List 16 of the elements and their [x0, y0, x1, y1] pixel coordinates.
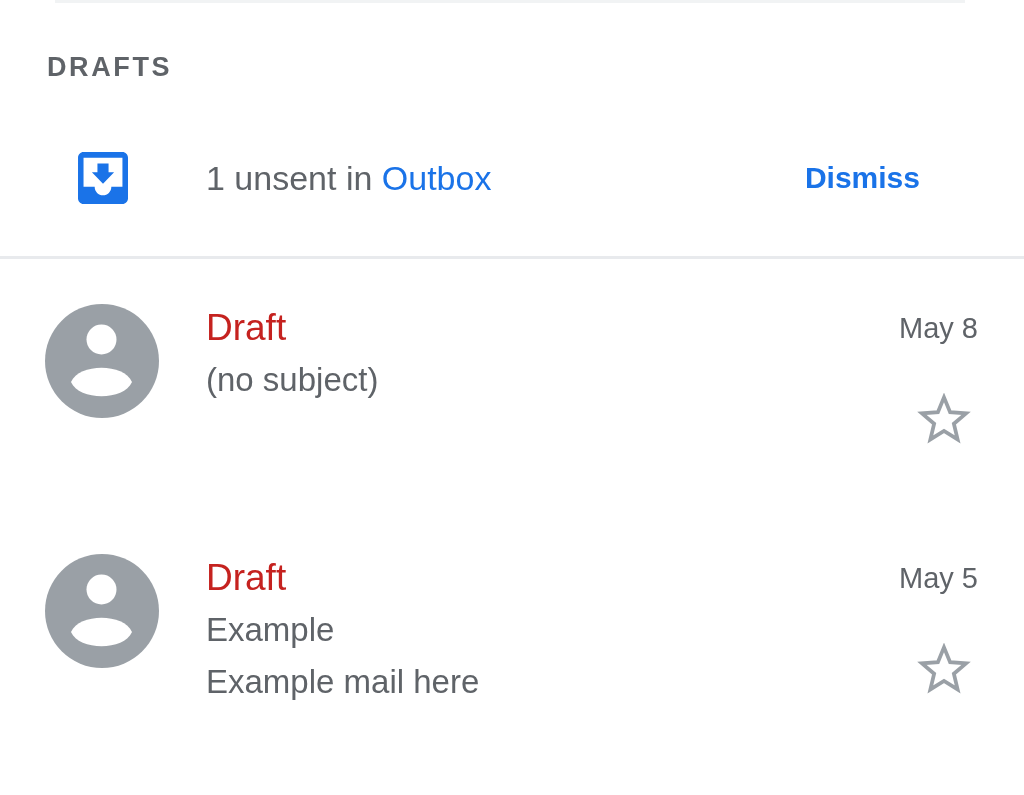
outbox-message: 1 unsent in Outbox	[206, 158, 493, 199]
dismiss-button[interactable]: Dismiss	[804, 156, 920, 200]
draft-label: Draft	[206, 556, 287, 600]
subject-text: (no subject)	[206, 360, 379, 400]
inbox-arrow-icon	[78, 152, 128, 204]
star-icon[interactable]	[917, 393, 971, 445]
avatar-icon	[45, 554, 159, 668]
avatar-icon	[45, 304, 159, 418]
star-icon[interactable]	[917, 643, 971, 695]
subject-text: Example	[206, 610, 335, 650]
snippet-text: Example mail here	[206, 662, 480, 702]
draft-label: Draft	[206, 306, 287, 350]
outbox-link[interactable]: Outbox	[381, 159, 492, 197]
date-text: May 8	[899, 311, 978, 346]
section-title: DRAFTS	[47, 52, 173, 82]
date-text: May 5	[899, 561, 978, 596]
